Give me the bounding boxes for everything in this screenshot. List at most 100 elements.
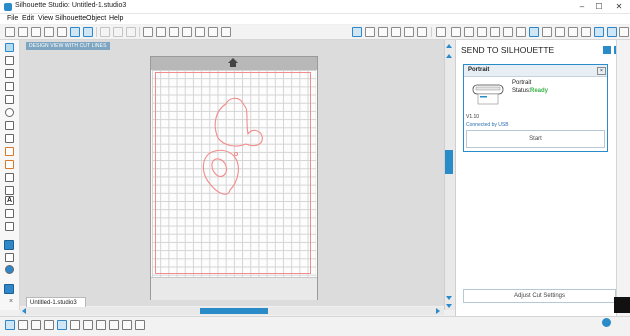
line-color-icon[interactable] [464,27,474,37]
cut-icon[interactable] [70,27,80,37]
redo-icon[interactable] [156,27,166,37]
freehand-tool-icon[interactable] [5,147,14,156]
offset-bottom-icon[interactable] [109,320,119,330]
arc-tool-icon[interactable] [5,134,14,143]
pencil-tool-icon[interactable] [5,160,14,169]
save-icon[interactable] [31,27,41,37]
undo-icon[interactable] [143,27,153,37]
release-compound-icon[interactable] [57,320,67,330]
curve-tool-icon[interactable] [5,121,14,130]
library-icon[interactable] [417,27,427,37]
design-store-icon[interactable] [568,27,578,37]
group-icon[interactable] [18,320,28,330]
close-tab-icon[interactable]: × [9,298,13,305]
page-setup-icon[interactable] [352,27,362,37]
print-icon[interactable] [44,27,54,37]
line-style-icon[interactable] [477,27,487,37]
weld-icon[interactable] [96,320,106,330]
grid-settings-icon[interactable] [365,27,375,37]
transform-icon[interactable] [490,27,500,37]
send-cut-icon[interactable] [83,27,93,37]
cut-settings-icon[interactable] [391,27,401,37]
adjust-cut-settings-button[interactable]: Adjust Cut Settings [463,289,616,303]
replicate-icon[interactable] [503,27,513,37]
menu-view[interactable]: View [38,15,53,22]
bottom-toolbar [0,316,630,336]
points-icon[interactable] [542,27,552,37]
design-panel-icon[interactable] [4,240,14,250]
dropbox-icon[interactable] [614,297,630,313]
rectangle-tool-icon[interactable] [5,95,14,104]
cut-panel-icon[interactable] [4,284,14,294]
zoom-out-icon[interactable] [195,27,205,37]
fill-color-icon[interactable] [451,27,461,37]
close-button[interactable]: ✕ [612,1,626,12]
knife-tool-icon[interactable] [5,222,14,231]
select-all-icon[interactable] [5,320,15,330]
make-compound-icon[interactable] [44,320,54,330]
store-panel-icon[interactable] [5,265,14,274]
zoom-in-icon[interactable] [182,27,192,37]
pan-hand-icon[interactable] [169,27,179,37]
library-panel-icon[interactable] [5,253,14,262]
scroll-down-icon[interactable] [446,296,452,300]
registration-marks-icon[interactable] [378,27,388,37]
panel-collapse-icon[interactable] [603,46,611,54]
print-cut-icon[interactable] [57,27,67,37]
ellipse-tool-icon[interactable] [5,108,14,117]
device-status-label: Status: [512,88,531,94]
menu-object[interactable]: Object [86,15,106,22]
scroll-up-icon[interactable] [446,44,452,48]
scale-icon[interactable] [581,27,591,37]
text-style-icon[interactable] [436,27,446,37]
eraser-tool-icon[interactable] [5,209,14,218]
menu-edit[interactable]: Edit [22,15,34,22]
menu-silhouette[interactable]: Silhouette [55,15,86,22]
zoom-fit-icon[interactable] [221,27,231,37]
text-tool-icon[interactable]: A [5,196,14,205]
scroll-up-step-icon[interactable] [446,54,452,58]
app-icon [4,3,12,11]
minimize-button[interactable]: – [575,1,589,12]
window-title: Silhouette Studio: Untitled-1.studio3 [15,2,127,9]
duplicate-icon[interactable] [70,320,80,330]
maximize-button[interactable]: ☐ [592,1,606,12]
paste-icon[interactable] [126,27,136,37]
modify-icon[interactable] [516,27,526,37]
scroll-down-end-icon[interactable] [446,304,452,308]
scroll-left-icon[interactable] [22,308,26,314]
vertical-scroll-thumb[interactable] [445,150,453,174]
delete-icon[interactable] [83,320,93,330]
copy-icon[interactable] [113,27,123,37]
menu-help[interactable]: Help [109,15,123,22]
line-tool-icon[interactable] [5,69,14,78]
settings-bottom-icon[interactable] [135,320,145,330]
store-icon[interactable] [555,27,565,37]
document-tab[interactable]: Untitled-1.studio3 [26,297,86,307]
horizontal-scroll-thumb[interactable] [200,308,268,314]
preferences-icon[interactable] [619,27,629,37]
zoom-area-icon[interactable] [208,27,218,37]
shape-tool-icon[interactable] [5,186,14,195]
new-document-icon[interactable] [5,27,15,37]
cut-settings-panel-icon[interactable] [594,27,604,37]
offset-icon[interactable] [529,27,539,37]
select-tool-icon[interactable] [5,43,14,52]
start-button[interactable]: Start [466,130,605,148]
send-to-silhouette-icon[interactable] [607,27,617,37]
device-card-minimize-icon[interactable]: × [597,67,606,75]
open-icon[interactable] [18,27,28,37]
menu-file[interactable]: File [7,15,18,22]
edit-points-icon[interactable] [5,56,14,65]
polygon-tool-icon[interactable] [5,82,14,91]
ungroup-icon[interactable] [31,320,41,330]
vertical-scrollbar[interactable] [444,40,455,310]
gear-icon[interactable] [602,318,611,327]
scroll-right-icon[interactable] [436,308,440,314]
regular-polygon-icon[interactable] [5,173,14,182]
trace-icon[interactable] [404,27,414,37]
trace-bottom-icon[interactable] [122,320,132,330]
cut-clipboard-icon[interactable] [100,27,110,37]
toolbar-divider [431,27,432,37]
bird-design-shape[interactable] [190,94,270,206]
